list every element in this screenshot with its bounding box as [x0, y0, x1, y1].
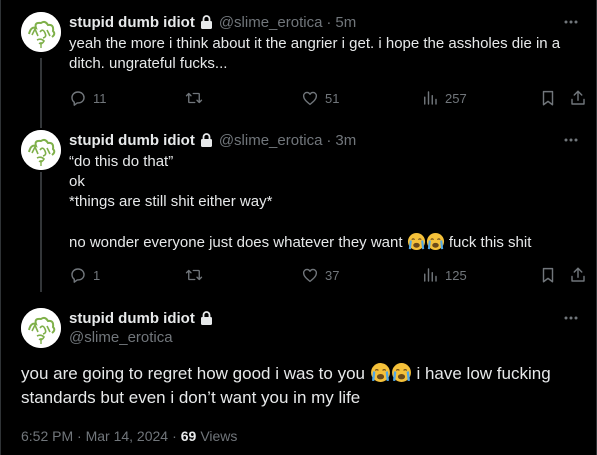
- timestamp[interactable]: 5m: [335, 14, 356, 31]
- name-row: stupid dumb idiot: [69, 308, 214, 328]
- separator: ·: [326, 131, 332, 149]
- tweet-text-line: [69, 212, 574, 232]
- like-icon: [302, 91, 318, 106]
- tweet-text-line: no wonder everyone just does whatever th…: [69, 232, 574, 253]
- timestamp[interactable]: 3m: [335, 132, 356, 149]
- loudly-crying-face-emoji: [370, 363, 390, 382]
- tweet-text-line: ok: [69, 173, 85, 190]
- display-name[interactable]: stupid dumb idiot: [69, 310, 195, 327]
- tweet-actions: 11 51 257: [69, 88, 587, 108]
- share-button[interactable]: [569, 265, 587, 285]
- bookmark-icon: [542, 90, 554, 106]
- tweet-text-fragment: fuck this shit: [448, 234, 532, 251]
- like-count: 37: [325, 267, 340, 283]
- retweet-button[interactable]: [185, 88, 209, 108]
- tweet-header: stupid dumb idiot @slime_erotica · 5m: [69, 12, 356, 32]
- tweet-text: “do this do that” ok *things are still s…: [69, 152, 574, 253]
- more-icon[interactable]: [560, 12, 582, 32]
- views-icon: [424, 268, 437, 282]
- tweet-actions: 1 37 125: [69, 265, 587, 285]
- timestamp[interactable]: 6:52 PM · Mar 14, 2024: [21, 428, 168, 444]
- thread-connector: [40, 172, 42, 292]
- display-name[interactable]: stupid dumb idiot: [69, 132, 195, 149]
- views-label: Views: [200, 428, 238, 444]
- thread-connector: [40, 58, 42, 128]
- separator: ·: [326, 13, 332, 31]
- reply-count: 11: [93, 90, 107, 106]
- views-button[interactable]: 257: [421, 88, 467, 108]
- tweet-thread: stupid dumb idiot @slime_erotica · 5m ye…: [0, 0, 597, 455]
- lock-icon: [199, 132, 214, 148]
- tweet-text-fragment: no wonder everyone just does whatever th…: [69, 234, 403, 251]
- reply-button[interactable]: 1: [69, 265, 100, 285]
- more-icon[interactable]: [560, 130, 582, 150]
- like-icon: [302, 268, 318, 283]
- like-button[interactable]: 51: [301, 88, 339, 108]
- loudly-crying-face-emoji: [391, 363, 411, 382]
- avatar[interactable]: [21, 12, 61, 52]
- bookmark-button[interactable]: [539, 265, 557, 285]
- tweet-text: yeah the more i think about it the angri…: [69, 34, 574, 74]
- reply-icon: [71, 91, 85, 106]
- reply-button[interactable]: 11: [69, 88, 107, 108]
- tweet-text-fragment: you are going to regret how good i was t…: [21, 364, 365, 383]
- tweet-header: stupid dumb idiot @slime_erotica · 3m: [69, 130, 356, 150]
- main-tweet-text: you are going to regret how good i was t…: [21, 362, 581, 410]
- avatar-doodle: [21, 12, 61, 52]
- handle[interactable]: @slime_erotica: [69, 328, 214, 348]
- lock-icon: [199, 310, 214, 326]
- avatar-doodle: [21, 130, 61, 170]
- views-count: 257: [445, 90, 467, 106]
- views-count: 125: [445, 267, 467, 283]
- avatar-doodle: [21, 308, 61, 348]
- reply-count: 1: [93, 267, 101, 283]
- lock-icon: [199, 14, 214, 30]
- views-icon: [424, 91, 437, 105]
- tweet-text-line: “do this do that”: [69, 153, 174, 170]
- like-button[interactable]: 37: [301, 265, 339, 285]
- retweet-icon: [185, 92, 203, 104]
- views-button[interactable]: 125: [421, 265, 467, 285]
- like-count: 51: [325, 90, 340, 106]
- bookmark-button[interactable]: [539, 88, 557, 108]
- loudly-crying-face-emoji: [407, 232, 425, 251]
- retweet-button[interactable]: [185, 265, 209, 285]
- retweet-icon: [185, 269, 203, 281]
- main-tweet-meta: 6:52 PM · Mar 14, 2024 · 69 Views: [21, 426, 237, 446]
- views-count: 69: [180, 428, 197, 444]
- tweet-text-line: yeah the more i think about it the angri…: [69, 35, 561, 72]
- more-icon[interactable]: [560, 308, 582, 328]
- separator: ·: [172, 428, 177, 444]
- bookmark-icon: [542, 267, 554, 283]
- share-button[interactable]: [569, 88, 587, 108]
- handle[interactable]: @slime_erotica: [219, 132, 323, 149]
- avatar[interactable]: [21, 308, 61, 348]
- reply-icon: [71, 268, 85, 283]
- share-icon: [571, 90, 585, 105]
- main-tweet-header: stupid dumb idiot @slime_erotica: [69, 308, 214, 348]
- handle[interactable]: @slime_erotica: [219, 14, 323, 31]
- display-name[interactable]: stupid dumb idiot: [69, 14, 195, 31]
- tweet-text-line: *things are still shit either way*: [69, 193, 273, 210]
- loudly-crying-face-emoji: [426, 232, 444, 251]
- share-icon: [571, 267, 585, 282]
- avatar[interactable]: [21, 130, 61, 170]
